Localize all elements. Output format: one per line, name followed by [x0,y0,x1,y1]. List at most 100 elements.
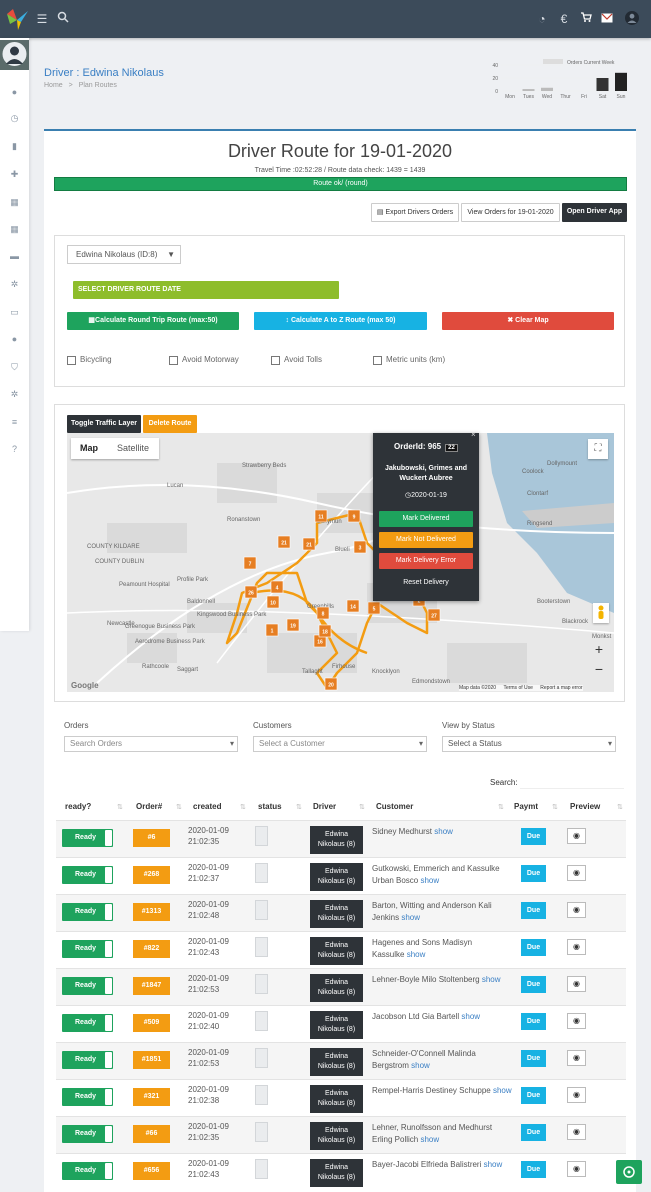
menu-icon[interactable]: ☰ [34,11,50,27]
gear-icon[interactable]: ✲ [8,278,21,291]
open-driver-app-button[interactable]: Open Driver App [562,203,627,222]
col-status[interactable]: status [258,802,282,811]
metric-units-checkbox[interactable] [373,356,382,365]
show-link[interactable]: show [434,827,453,836]
ready-toggle[interactable]: Ready [62,829,113,847]
show-link[interactable]: show [411,1061,430,1070]
mark-delivery-error-button[interactable]: Mark Delivery Error [379,553,473,569]
avoid-motorway-checkbox[interactable] [169,356,178,365]
zoom-out-button[interactable]: − [589,660,609,678]
fullscreen-icon[interactable]: ⛶ [588,439,608,459]
search-icon[interactable] [55,11,71,27]
ready-toggle[interactable]: Ready [62,977,113,995]
breadcrumb-home[interactable]: Home [44,82,63,89]
col-order[interactable]: Order# [136,802,162,811]
table-search-input[interactable] [520,774,624,789]
ready-toggle[interactable]: Ready [62,903,113,921]
map-alt-icon[interactable]: ▦ [8,223,21,236]
status-select[interactable]: Select a Status [442,736,616,752]
map-icon[interactable]: ▦ [8,196,21,209]
toggle-traffic-button[interactable]: Toggle Traffic Layer [67,415,141,433]
preview-button[interactable]: ◉ [567,976,586,992]
order-number[interactable]: #1851 [133,1051,170,1069]
user-alt-icon[interactable]: ● [8,333,21,346]
report-link[interactable]: Report a map error [540,685,582,691]
preview-button[interactable]: ◉ [567,1087,586,1103]
ready-toggle[interactable]: Ready [62,940,113,958]
sort-icon[interactable]: ⇅ [240,803,246,811]
satellite-tab[interactable]: Satellite [117,438,149,459]
col-ready[interactable]: ready? [65,802,91,811]
pegman-icon[interactable] [593,603,609,623]
cart-icon[interactable] [578,11,594,27]
popup-close-icon[interactable]: × [471,430,476,439]
ready-toggle[interactable]: Ready [62,1088,113,1106]
col-customer[interactable]: Customer [376,802,413,811]
delete-route-button[interactable]: Delete Route [143,415,197,433]
preview-button[interactable]: ◉ [567,1124,586,1140]
show-link[interactable]: show [461,1012,480,1021]
show-link[interactable]: show [484,1160,503,1169]
euro-icon[interactable]: € [556,11,572,27]
order-number[interactable]: #509 [133,1014,170,1032]
sort-icon[interactable]: ⇅ [498,803,504,811]
order-number[interactable]: #6 [133,829,170,847]
laptop-icon[interactable]: ▭ [8,306,21,319]
bicycling-checkbox[interactable] [67,356,76,365]
clear-map-button[interactable]: ✖ Clear Map [442,312,614,330]
preview-button[interactable]: ◉ [567,1161,586,1177]
user-icon[interactable] [624,11,640,27]
mail-icon[interactable] [599,11,615,27]
preview-button[interactable]: ◉ [567,1050,586,1066]
book-icon[interactable]: ▮ [8,140,21,153]
preview-button[interactable]: ◉ [567,865,586,881]
ready-toggle[interactable]: Ready [62,1051,113,1069]
mark-delivered-button[interactable]: Mark Delivered [379,511,473,527]
order-number[interactable]: #1313 [133,903,170,921]
col-preview[interactable]: Preview [570,802,600,811]
preview-button[interactable]: ◉ [567,902,586,918]
view-orders-button[interactable]: View Orders for 19-01-2020 [461,203,560,222]
help-icon[interactable]: ? [8,443,21,456]
select-route-date-button[interactable]: SELECT DRIVER ROUTE DATE [73,281,339,299]
zoom-in-button[interactable]: + [589,640,609,658]
show-link[interactable]: show [420,876,439,885]
ready-toggle[interactable]: Ready [62,866,113,884]
sort-icon[interactable]: ⇅ [117,803,123,811]
medkit-icon[interactable]: ✚ [8,168,21,181]
orders-search-select[interactable]: Search Orders [64,736,238,752]
terms-link[interactable]: Terms of Use [503,685,532,691]
show-link[interactable]: show [493,1086,512,1095]
driver-select[interactable]: Edwina Nikolaus (ID:8) ▼ [67,245,181,264]
show-link[interactable]: show [482,975,501,984]
ready-toggle[interactable]: Ready [62,1125,113,1143]
show-link[interactable]: show [407,950,426,959]
col-payment[interactable]: Paymt [514,802,538,811]
ready-toggle[interactable]: Ready [62,1014,113,1032]
list-icon[interactable]: ≡ [8,416,21,429]
chat-button[interactable] [616,1160,642,1184]
avatar[interactable] [0,40,29,70]
preview-button[interactable]: ◉ [567,939,586,955]
col-driver[interactable]: Driver [313,802,336,811]
sort-icon[interactable]: ⇅ [176,803,182,811]
col-created[interactable]: created [193,802,221,811]
round-trip-route-button[interactable]: ▦Calculate Round Trip Route (max:50) [67,312,239,330]
gauge-icon[interactable]: ◔ [534,11,550,27]
settings-icon[interactable]: ✲ [8,388,21,401]
user-icon[interactable]: ● [8,86,21,99]
sort-icon[interactable]: ⇅ [359,803,365,811]
sort-icon[interactable]: ⇅ [617,803,623,811]
order-number[interactable]: #822 [133,940,170,958]
order-number[interactable]: #321 [133,1088,170,1106]
avoid-tolls-checkbox[interactable] [271,356,280,365]
logo-icon[interactable] [4,6,30,32]
order-number[interactable]: #66 [133,1125,170,1143]
show-link[interactable]: show [420,1135,439,1144]
ready-toggle[interactable]: Ready [62,1162,113,1180]
preview-button[interactable]: ◉ [567,1013,586,1029]
sort-icon[interactable]: ⇅ [296,803,302,811]
order-number[interactable]: #1847 [133,977,170,995]
clock-icon[interactable]: ◷ [8,112,21,125]
customers-select[interactable]: Select a Customer [253,736,427,752]
